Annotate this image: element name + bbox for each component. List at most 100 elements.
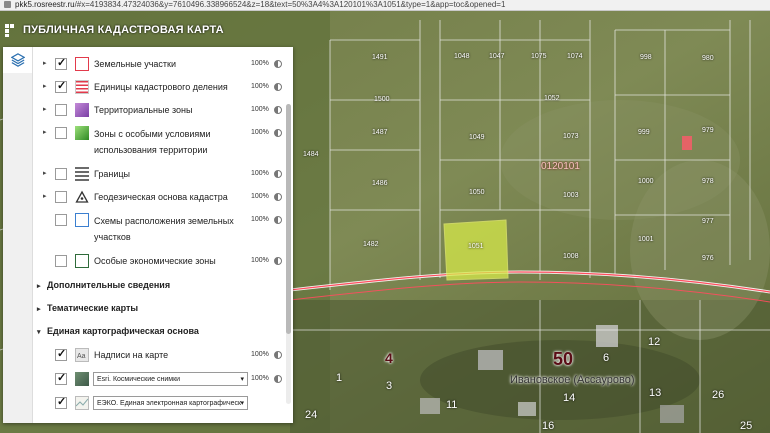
scrollbar-thumb[interactable] — [286, 104, 291, 334]
expand-arrow-icon[interactable]: ▸ — [43, 169, 49, 177]
expand-arrow-icon: ▸ — [37, 283, 41, 290]
vector-map-thumb-icon — [75, 396, 89, 410]
region-number: 50 — [553, 349, 574, 369]
expand-arrow-icon[interactable]: ▸ — [43, 59, 49, 67]
house-number: 25 — [740, 420, 753, 432]
expand-arrow-icon[interactable]: ▸ — [43, 82, 49, 90]
opacity-percent: 100% — [251, 351, 269, 358]
opacity-percent: 100% — [251, 216, 269, 223]
layer-row-borders[interactable]: ▸ Границы 100% — [33, 167, 285, 181]
plot-label[interactable]: 980 — [702, 55, 714, 62]
opacity-icon[interactable] — [274, 170, 282, 178]
layer-row-economic-zones[interactable]: Особые экономические зоны 100% — [33, 254, 285, 268]
opacity-icon[interactable] — [274, 129, 282, 137]
plot-label[interactable]: 1052 — [544, 95, 560, 102]
layer-label: Территориальные зоны — [94, 105, 193, 115]
cadastral-quarter-number: 0120101 — [541, 161, 580, 172]
plot-label[interactable]: 978 — [702, 178, 714, 185]
layer-row-cadastral-units[interactable]: ▸ Единицы кадастрового деления 100% — [33, 79, 285, 94]
opacity-icon[interactable] — [274, 257, 282, 265]
panel-scrollbar[interactable] — [286, 104, 291, 404]
layer-checkbox[interactable] — [55, 255, 67, 267]
layer-checkbox[interactable] — [55, 168, 67, 180]
section-base-map[interactable]: ▾ Единая картографическая основа — [33, 326, 285, 336]
pkk-logo-icon — [4, 23, 18, 37]
layer-checkbox[interactable] — [55, 127, 67, 139]
opacity-icon[interactable] — [274, 351, 282, 359]
plot-label[interactable]: 979 — [702, 127, 714, 134]
url-host: pkk5.rosreestr.ru — [15, 0, 75, 9]
layer-label: Единицы кадастрового деления — [94, 82, 228, 92]
plot-label[interactable]: 1482 — [363, 241, 379, 248]
base-layer-row-ezko[interactable]: ЕЭКО. Единая электронная картографическ▾ — [33, 395, 285, 411]
layer-checkbox[interactable] — [55, 347, 67, 361]
layer-label: Границы — [94, 169, 130, 179]
plot-label[interactable]: 977 — [702, 218, 714, 225]
layer-row-territorial-zones[interactable]: ▸ Территориальные зоны 100% — [33, 103, 285, 117]
address-bar[interactable]: pkk5.rosreestr.ru/#x=4193834.47324036&y=… — [0, 0, 770, 11]
plot-label[interactable]: 1003 — [563, 192, 579, 199]
plot-label[interactable]: 1486 — [372, 180, 388, 187]
house-number: 11 — [446, 399, 458, 411]
plot-label[interactable]: 1051 — [468, 243, 484, 250]
opacity-icon[interactable] — [274, 216, 282, 224]
blue-outline-symbol-icon — [75, 213, 89, 227]
plot-label[interactable]: 1500 — [374, 96, 390, 103]
plot-label[interactable]: 976 — [702, 255, 714, 262]
selected-plot-1051 — [443, 219, 509, 281]
opacity-icon[interactable] — [274, 375, 282, 383]
base-layer-row-labels[interactable]: Aa Надписи на карте 100% — [33, 347, 285, 362]
plot-label[interactable]: 1074 — [567, 53, 583, 60]
layer-checkbox[interactable] — [55, 56, 67, 70]
section-label: Единая картографическая основа — [47, 326, 199, 336]
opacity-icon[interactable] — [274, 193, 282, 201]
expand-arrow-icon[interactable]: ▸ — [43, 192, 49, 200]
panel-tab-strip — [3, 47, 33, 423]
section-label: Тематические карты — [47, 303, 139, 313]
plot-label[interactable]: 1073 — [563, 133, 579, 140]
layer-checkbox[interactable] — [55, 395, 67, 409]
expand-arrow-icon[interactable]: ▸ — [43, 105, 49, 113]
plot-label[interactable]: 1008 — [563, 253, 579, 260]
layer-row-special-zones[interactable]: ▸ Зоны с особыми условиями использования… — [33, 126, 285, 156]
expand-arrow-icon: ▸ — [37, 306, 41, 313]
plot-label[interactable]: 1048 — [454, 53, 470, 60]
triangle-symbol-icon — [75, 190, 89, 204]
section-additional-info[interactable]: ▸ Дополнительные сведения — [33, 280, 285, 290]
basemap-select-esri[interactable]: Esri. Космические снимки ▾ — [93, 372, 248, 386]
layer-checkbox[interactable] — [55, 214, 67, 226]
plot-label[interactable]: 1487 — [372, 129, 388, 136]
layer-row-land-plots[interactable]: ▸ Земельные участки 100% — [33, 56, 285, 71]
opacity-icon[interactable] — [274, 83, 282, 91]
layer-checkbox[interactable] — [55, 79, 67, 93]
caret-down-icon: ▾ — [240, 400, 244, 407]
opacity-icon[interactable] — [274, 60, 282, 68]
plot-label[interactable]: 1484 — [303, 151, 319, 158]
expand-arrow-icon[interactable]: ▸ — [43, 128, 49, 136]
plot-label[interactable]: 1049 — [469, 134, 485, 141]
opacity-icon[interactable] — [274, 106, 282, 114]
plot-label[interactable]: 999 — [638, 129, 650, 136]
plot-label[interactable]: 1047 — [489, 53, 505, 60]
layer-row-geodetic[interactable]: ▸ Геодезическая основа кадастра 100% — [33, 190, 285, 204]
plot-label[interactable]: 1000 — [638, 178, 654, 185]
layer-label: Надписи на карте — [94, 350, 169, 360]
layers-tab[interactable] — [3, 47, 32, 73]
gray-lines-symbol-icon — [75, 167, 89, 181]
caret-down-icon: ▾ — [240, 376, 244, 383]
layer-row-schemes[interactable]: Схемы расположения земельных участков 10… — [33, 213, 285, 243]
plot-label[interactable]: 1075 — [531, 53, 547, 60]
base-layer-row-esri[interactable]: Esri. Космические снимки ▾ 100% — [33, 371, 285, 387]
layer-checkbox[interactable] — [55, 191, 67, 203]
plot-label[interactable]: 1050 — [469, 189, 485, 196]
layer-checkbox[interactable] — [55, 371, 67, 385]
basemap-select-ezko[interactable]: ЕЭКО. Единая электронная картографическ ▾ — [93, 396, 248, 410]
house-number: 13 — [649, 387, 662, 399]
plot-label[interactable]: 1491 — [372, 54, 388, 61]
plot-label[interactable]: 998 — [640, 54, 652, 61]
map-labels-thumb-icon: Aa — [75, 348, 89, 362]
layer-checkbox[interactable] — [55, 104, 67, 116]
plot-label[interactable]: 1001 — [638, 236, 654, 243]
section-thematic-maps[interactable]: ▸ Тематические карты — [33, 303, 285, 313]
house-number: 24 — [305, 409, 318, 421]
